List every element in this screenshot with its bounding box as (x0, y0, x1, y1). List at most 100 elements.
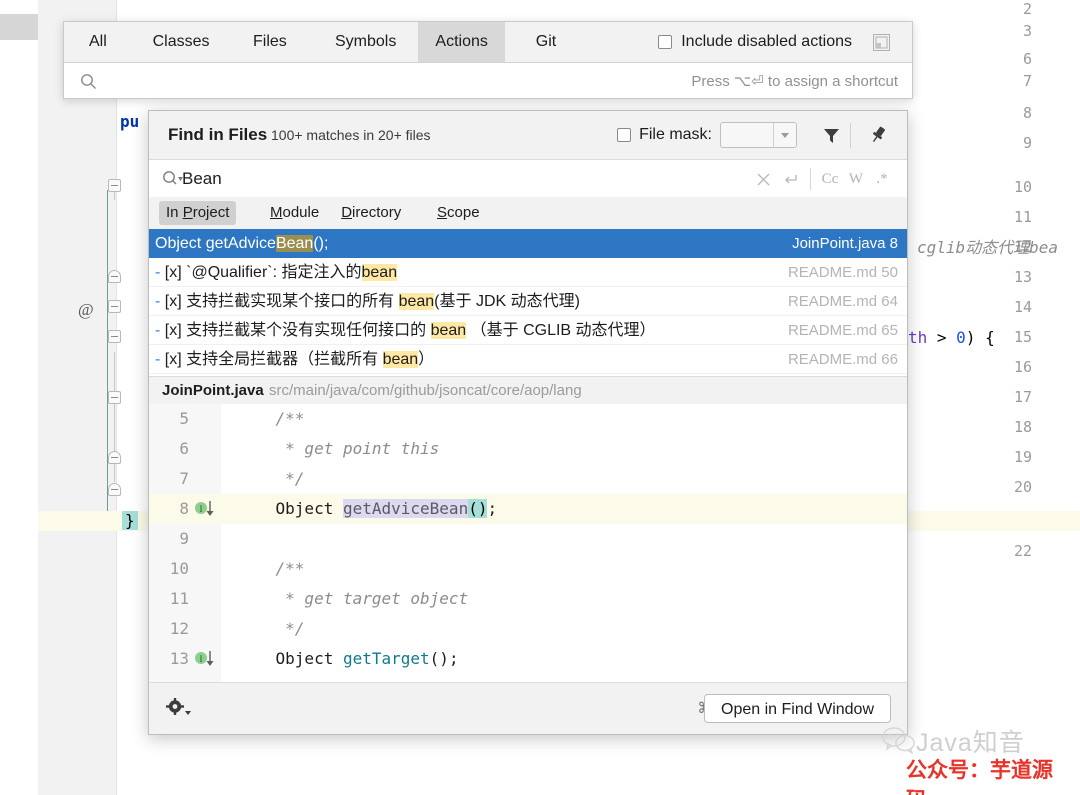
preview-code-line: 6 * get point this (149, 434, 907, 464)
tab-label: Classes (152, 33, 210, 50)
watermark: Java知音 公众号：芋道源码 (882, 721, 1072, 795)
preview-file-breadcrumb[interactable]: JoinPoint.java src/main/java/com/github/… (149, 376, 907, 406)
search-result-row[interactable]: - [x] 支持拦截某个没有实现任何接口的 bean （基于 CGLIB 动态代… (149, 316, 907, 345)
scope-tab-label: Directory (341, 204, 402, 221)
result-text: - [x] 支持拦截实现某个接口的所有 bean(基于 JDK 动态代理) (155, 287, 580, 316)
result-text-segment: [x] 支持拦截某个没有实现任何接口的 (164, 322, 431, 339)
gutter-line-number: 13 (1013, 268, 1032, 286)
find-search-field[interactable]: Bean Cc W .* (149, 159, 907, 199)
search-result-row[interactable]: - [x] 支持全局拦截器（拦截所有 bean） README.md 66 (149, 345, 907, 374)
code-token-comment: */ (237, 469, 305, 488)
tab-label: Files (253, 33, 287, 50)
screen: 23678910111213141516171819202122 @ pu } … (0, 0, 1080, 795)
code-fragment-comment: cglib动态代理bea (917, 238, 1059, 257)
gutter-line-number: 10 (1013, 178, 1032, 196)
result-text: - [x] 支持拦截某个没有实现任何接口的 bean （基于 CGLIB 动态代… (155, 316, 656, 345)
fold-marker[interactable] (108, 330, 121, 343)
tab-label: All (89, 33, 107, 50)
gutter-line-number: 14 (1013, 298, 1032, 316)
scope-tab-directory[interactable]: Directory (334, 201, 408, 225)
filter-icon[interactable] (822, 126, 841, 150)
assign-shortcut-hint: Press ⌥⏎ to assign a shortcut (691, 73, 898, 90)
scope-tab-scope[interactable]: Scope (430, 201, 487, 225)
code-preview-panel[interactable]: 5 /** 6 * get point this 7 */8 I Object get… (149, 404, 907, 685)
gutter-line-number: 7 (1022, 72, 1032, 90)
open-in-find-window-button[interactable]: Open in Find Window (704, 694, 891, 723)
implementation-marker-icon[interactable]: I (195, 651, 217, 667)
tab-all[interactable]: All (72, 22, 124, 62)
tab-files[interactable]: Files (236, 22, 304, 62)
gear-dropdown-arrow[interactable] (185, 711, 191, 715)
clear-icon[interactable] (750, 160, 777, 198)
result-text-segment: (基于 JDK 动态代理) (434, 293, 580, 310)
annotation-gutter-marker[interactable]: @ (78, 300, 94, 320)
result-text-segment: [x] 支持全局拦截器（拦截所有 (164, 351, 383, 368)
search-result-row[interactable]: - [x] 支持拦截实现某个接口的所有 bean(基于 JDK 动态代理) REA… (149, 287, 907, 316)
search-result-row[interactable]: Object getAdviceBean(); JoinPoint.java 8 (149, 229, 907, 258)
tab-actions[interactable]: Actions (418, 22, 505, 62)
preview-line-number: 12 (169, 619, 189, 638)
pin-icon[interactable] (868, 125, 888, 150)
result-match-highlight: bean (382, 351, 419, 368)
fold-marker[interactable] (108, 179, 121, 192)
search-everywhere-field[interactable]: Press ⌥⏎ to assign a shortcut (64, 62, 912, 98)
gutter-line-number: 2 (1022, 0, 1032, 18)
implementation-marker-icon[interactable]: I (195, 501, 217, 517)
preview-line-number: 6 (179, 439, 189, 458)
fold-marker[interactable] (108, 483, 121, 496)
tab-classes[interactable]: Classes (136, 22, 227, 62)
match-case-toggle[interactable]: Cc (817, 160, 843, 198)
preview-code-line: 7 */ (149, 464, 907, 494)
preview-code-line: 8 I Object getAdviceBean(); (149, 494, 907, 524)
scope-tab-in-project[interactable]: In Project (159, 201, 237, 225)
preview-code-line: 10 /** (149, 554, 907, 584)
include-disabled-actions-toggle[interactable]: Include disabled actions (658, 22, 852, 62)
tab-symbols[interactable]: Symbols (318, 22, 413, 62)
include-disabled-actions-checkbox[interactable] (658, 35, 673, 49)
regex-toggle[interactable]: .* (869, 160, 895, 198)
include-disabled-actions-label: Include disabled actions (681, 33, 852, 50)
project-tool-strip (0, 0, 38, 795)
result-location: README.md 65 (787, 322, 898, 339)
code-fragment-public: pu (120, 112, 140, 131)
find-in-files-footer: ⌘⏎ Open in Find Window (149, 682, 907, 734)
result-text-segment: [x] `@Qualifier`: 指定注入的 (164, 264, 362, 281)
result-bullet: - (155, 293, 165, 310)
code-token-comment: /** (237, 409, 305, 428)
fold-marker[interactable] (108, 300, 121, 313)
preview-line-number: 5 (179, 409, 189, 428)
search-dropdown-icon[interactable] (162, 170, 184, 187)
find-search-input[interactable]: Bean (182, 160, 222, 198)
tab-git[interactable]: Git (519, 22, 573, 62)
scope-tab-label: In Project (166, 204, 230, 221)
code-token-paren: () (468, 499, 488, 518)
result-match-highlight: Bean (275, 235, 314, 252)
preview-line-number: 10 (169, 559, 189, 578)
fold-marker[interactable] (108, 270, 121, 283)
code-number-zero: 0 (956, 328, 966, 347)
gear-icon[interactable] (166, 698, 191, 716)
gutter-line-number: 16 (1013, 358, 1032, 376)
preview-code-line: 5 /** (149, 404, 907, 434)
fold-marker[interactable] (108, 451, 121, 464)
search-results-list[interactable]: Object getAdviceBean(); JoinPoint.java 8 -… (149, 229, 907, 376)
gutter-line-number: 19 (1013, 448, 1032, 466)
preview-line-code: */ (237, 614, 304, 644)
scope-tab-module[interactable]: Module (263, 201, 326, 225)
editor-gutter[interactable] (38, 0, 117, 795)
preview-code-line: 12 */ (149, 614, 907, 644)
new-line-icon[interactable] (777, 160, 804, 198)
chevron-down-icon[interactable] (774, 122, 796, 148)
fold-marker[interactable] (108, 391, 121, 404)
tab-label: Actions (435, 33, 488, 50)
whole-words-toggle[interactable]: W (843, 160, 869, 198)
preview-panel-toggle-icon[interactable] (873, 34, 890, 51)
search-result-row[interactable]: - [x] `@Qualifier`: 指定注入的bean README.md 5… (149, 258, 907, 287)
file-mask-checkbox[interactable] (617, 128, 632, 142)
file-mask-group: File mask: (617, 111, 797, 159)
file-mask-combobox[interactable] (720, 122, 797, 148)
scope-tab-label: Scope (437, 204, 480, 221)
find-in-files-dialog: Find in Files 100+ matches in 20+ files … (148, 110, 908, 735)
code-token-plain: Object (237, 499, 343, 518)
match-summary: 100+ matches in 20+ files (271, 127, 431, 143)
